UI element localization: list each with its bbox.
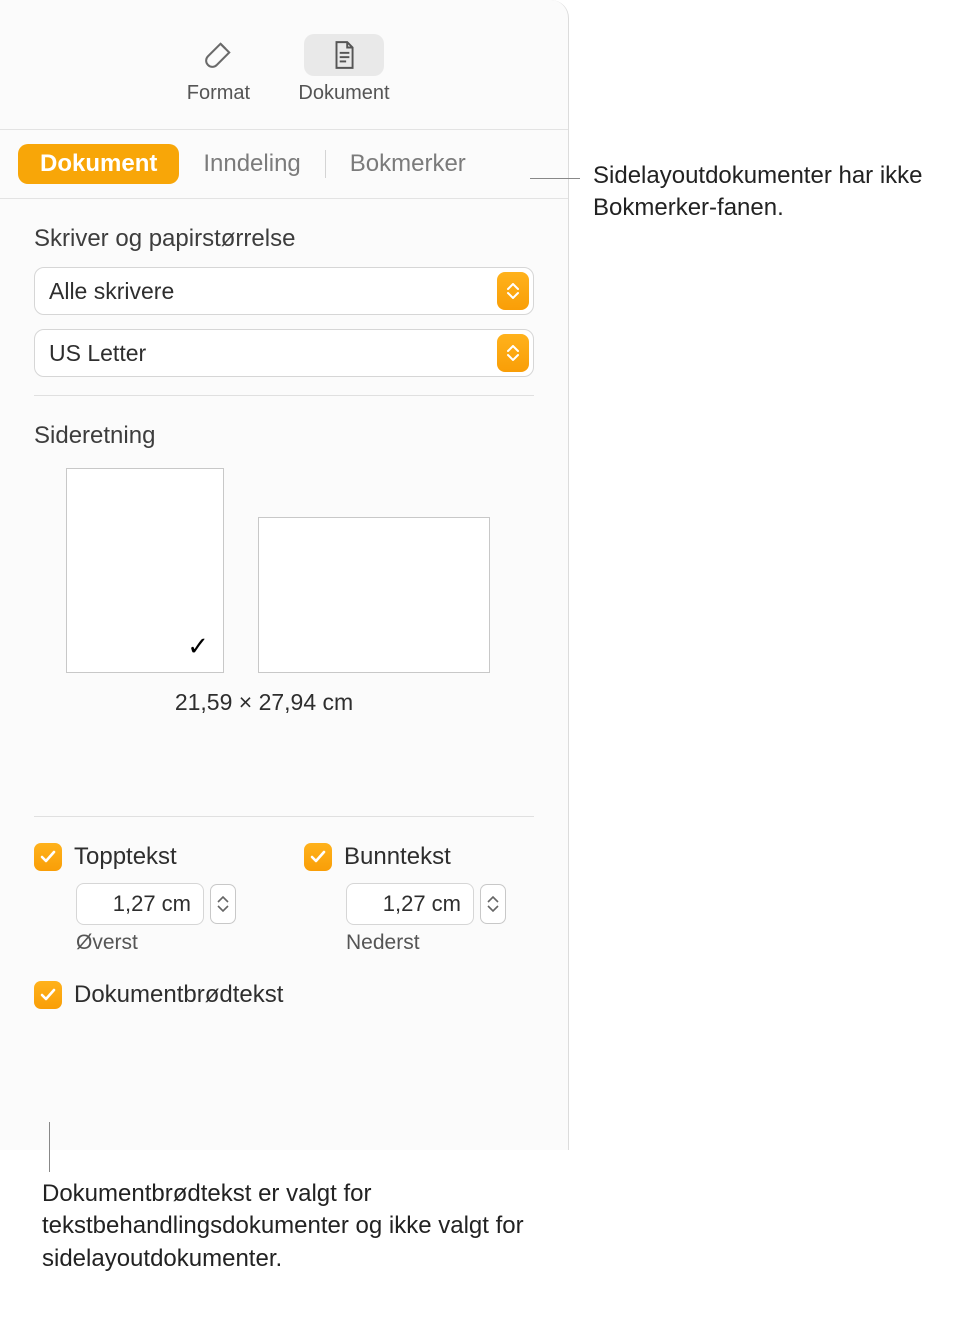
footer-margin-field[interactable]: 1,27 cm [346,883,474,925]
inspector-panel: Format Dokument Dokument Inndeling Bokme… [0,0,569,1150]
page-dimensions: 21,59 × 27,94 cm [34,689,494,716]
document-toolbar-button[interactable]: Dokument [288,28,399,111]
tab-bookmarks[interactable]: Bokmerker [326,144,490,184]
tab-bar: Dokument Inndeling Bokmerker [0,130,568,199]
footer-stepper[interactable] [480,884,506,924]
header-footer-row: Topptekst 1,27 cm Øverst [34,843,534,955]
bodytext-label: Dokumentbrødtekst [74,981,283,1009]
bodytext-checkbox[interactable] [34,981,62,1009]
header-margin-value: 1,27 cm [113,891,191,917]
header-column: Topptekst 1,27 cm Øverst [34,843,264,955]
divider [34,816,534,817]
callout-line [530,178,580,179]
select-stepper-icon [497,334,529,372]
printer-select[interactable]: Alle skrivere [34,267,534,315]
footer-label: Bunntekst [344,843,451,871]
header-stepper[interactable] [210,884,236,924]
footer-checkbox[interactable] [304,843,332,871]
paintbrush-icon [178,34,258,76]
orientation-portrait-button[interactable]: ✓ [66,468,224,673]
printer-select-value: Alle skrivere [49,278,174,305]
document-label: Dokument [298,82,389,105]
checkmark-icon: ✓ [187,631,209,662]
callout-bodytext: Dokumentbrødtekst er valgt for tekstbeha… [42,1178,602,1275]
orientation-landscape-button[interactable] [258,517,490,673]
footer-column: Bunntekst 1,27 cm Nederst [304,843,534,955]
callout-bookmarks: Sidelayoutdokumenter har ikke Bokmerker-… [593,160,953,225]
footer-margin-value: 1,27 cm [383,891,461,917]
paper-size-value: US Letter [49,340,146,367]
format-label: Format [187,82,250,105]
document-icon [304,34,384,76]
tab-document[interactable]: Dokument [18,144,179,184]
callout-line [49,1122,50,1172]
paper-size-select[interactable]: US Letter [34,329,534,377]
footer-sublabel: Nederst [346,931,534,955]
tab-section[interactable]: Inndeling [179,144,324,184]
toolbar: Format Dokument [0,0,568,130]
divider [34,395,534,396]
format-toolbar-button[interactable]: Format [168,28,268,111]
orientation-section-label: Sideretning [34,422,534,450]
header-checkbox[interactable] [34,843,62,871]
content-area: Skriver og papirstørrelse Alle skrivere … [0,199,568,1051]
header-sublabel: Øverst [76,931,264,955]
select-stepper-icon [497,272,529,310]
orientation-row: ✓ [66,468,534,673]
printer-section-label: Skriver og papirstørrelse [34,225,534,253]
header-margin-field[interactable]: 1,27 cm [76,883,204,925]
header-label: Topptekst [74,843,177,871]
